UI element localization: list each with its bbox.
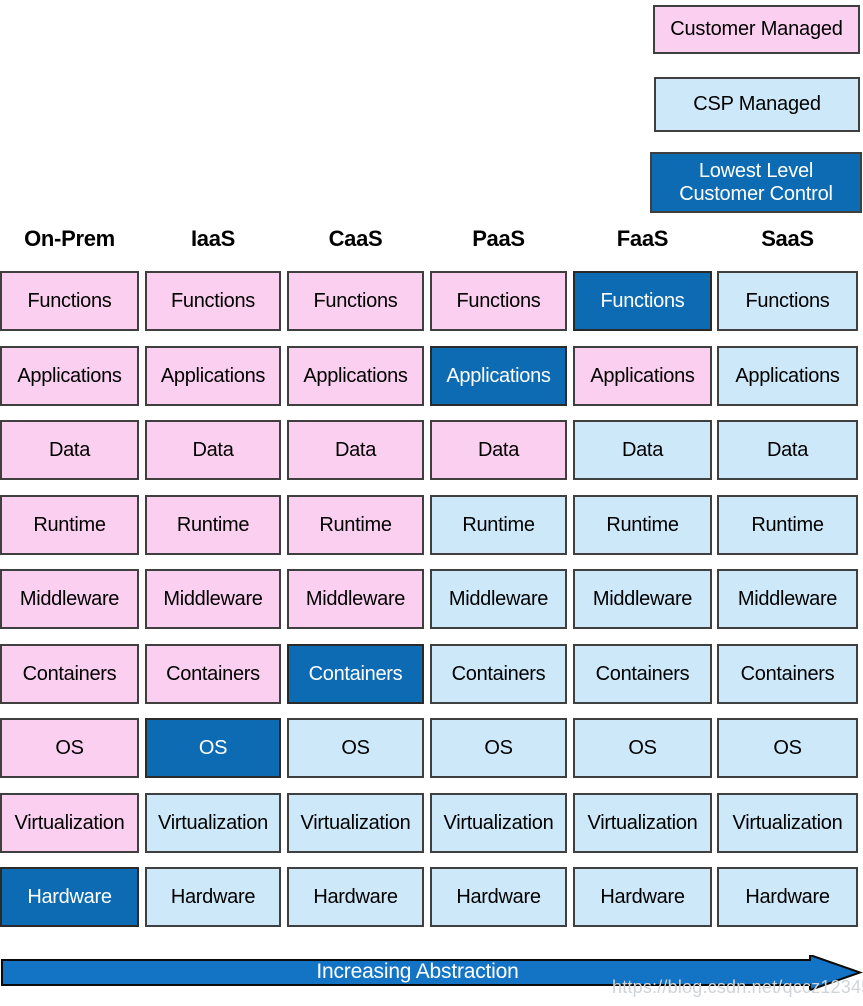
cell-paas-middleware[interactable]: Middleware — [430, 569, 567, 629]
cell-caas-os[interactable]: OS — [287, 718, 424, 778]
cell-on-prem-containers[interactable]: Containers — [0, 644, 139, 704]
cell-paas-hardware[interactable]: Hardware — [430, 867, 567, 927]
column-header-saas: SaaS — [761, 226, 814, 251]
cell-saas-virtualization[interactable]: Virtualization — [717, 793, 858, 853]
cell-saas-runtime[interactable]: Runtime — [717, 495, 858, 555]
cell-paas-functions[interactable]: Functions — [430, 271, 567, 331]
cell-caas-functions[interactable]: Functions — [287, 271, 424, 331]
legend-csp-managed: CSP Managed — [654, 77, 860, 132]
cell-saas-middleware[interactable]: Middleware — [717, 569, 858, 629]
grid-row-functions: Functions Functions Functions Functions Func… — [0, 271, 863, 331]
column-headers: On-Prem IaaS CaaS PaaS FaaS SaaS — [0, 224, 863, 258]
cell-iaas-data[interactable]: Data — [145, 420, 281, 480]
cell-iaas-functions[interactable]: Functions — [145, 271, 281, 331]
cell-saas-data[interactable]: Data — [717, 420, 858, 480]
cell-saas-os[interactable]: OS — [717, 718, 858, 778]
legend-lowest-customer-control: Lowest Level Customer Control — [650, 152, 862, 213]
column-header-iaas: IaaS — [190, 226, 236, 251]
column-header-paas: PaaS — [472, 226, 525, 251]
cell-iaas-runtime[interactable]: Runtime — [145, 495, 281, 555]
cell-paas-os[interactable]: OS — [430, 718, 567, 778]
cell-caas-middleware[interactable]: Middleware — [287, 569, 424, 629]
cell-faas-data[interactable]: Data — [573, 420, 712, 480]
cell-on-prem-os[interactable]: OS — [0, 718, 139, 778]
grid-row-virtualization: Virtualization Virtualization Virtualizati… — [0, 793, 863, 853]
cell-iaas-containers[interactable]: Containers — [145, 644, 281, 704]
cell-iaas-applications[interactable]: Applications — [145, 346, 281, 406]
cell-caas-virtualization[interactable]: Virtualization — [287, 793, 424, 853]
legend: Customer Managed CSP Managed Lowest Leve… — [650, 0, 863, 215]
cell-caas-hardware[interactable]: Hardware — [287, 867, 424, 927]
cell-faas-virtualization[interactable]: Virtualization — [573, 793, 712, 853]
cell-paas-containers[interactable]: Containers — [430, 644, 567, 704]
cell-caas-applications[interactable]: Applications — [287, 346, 424, 406]
cell-iaas-middleware[interactable]: Middleware — [145, 569, 281, 629]
cell-faas-os[interactable]: OS — [573, 718, 712, 778]
cell-on-prem-applications[interactable]: Applications — [0, 346, 139, 406]
column-header-faas: FaaS — [616, 226, 669, 251]
legend-lowest-control-line2: Customer Control — [679, 182, 833, 205]
legend-customer-managed: Customer Managed — [653, 5, 860, 54]
cell-on-prem-virtualization[interactable]: Virtualization — [0, 793, 139, 853]
legend-lowest-control-line1: Lowest Level — [698, 160, 814, 183]
grid-row-os: OS OS OS OS OS OS — [0, 718, 863, 778]
column-header-on-prem: On-Prem — [24, 226, 115, 251]
cell-iaas-hardware[interactable]: Hardware — [145, 867, 281, 927]
cell-on-prem-middleware[interactable]: Middleware — [0, 569, 139, 629]
legend-csp-managed-label: CSP Managed — [693, 93, 821, 116]
cell-on-prem-data[interactable]: Data — [0, 420, 139, 480]
cell-saas-applications[interactable]: Applications — [717, 346, 858, 406]
cell-caas-containers[interactable]: Containers — [287, 644, 424, 704]
cell-paas-data[interactable]: Data — [430, 420, 567, 480]
cell-faas-functions[interactable]: Functions — [573, 271, 712, 331]
grid-row-applications: Applications Applications Applications Appl… — [0, 346, 863, 406]
cell-faas-applications[interactable]: Applications — [573, 346, 712, 406]
cell-faas-middleware[interactable]: Middleware — [573, 569, 712, 629]
cell-faas-runtime[interactable]: Runtime — [573, 495, 712, 555]
cell-on-prem-functions[interactable]: Functions — [0, 271, 139, 331]
service-model-grid: Functions Functions Functions Functions Func… — [0, 271, 863, 927]
grid-row-runtime: Runtime Runtime Runtime Runtime Runtime Runti… — [0, 495, 863, 555]
cell-paas-runtime[interactable]: Runtime — [430, 495, 567, 555]
cell-iaas-virtualization[interactable]: Virtualization — [145, 793, 281, 853]
grid-row-middleware: Middleware Middleware Middleware Middleware… — [0, 569, 863, 629]
cell-faas-hardware[interactable]: Hardware — [573, 867, 712, 927]
cell-saas-hardware[interactable]: Hardware — [717, 867, 858, 927]
grid-row-hardware: Hardware Hardware Hardware Hardware Hardware… — [0, 867, 863, 927]
cell-caas-data[interactable]: Data — [287, 420, 424, 480]
cell-saas-containers[interactable]: Containers — [717, 644, 858, 704]
cell-caas-runtime[interactable]: Runtime — [287, 495, 424, 555]
cell-iaas-os[interactable]: OS — [145, 718, 281, 778]
cell-faas-containers[interactable]: Containers — [573, 644, 712, 704]
cell-saas-functions[interactable]: Functions — [717, 271, 858, 331]
grid-row-containers: Containers Containers Containers Containers… — [0, 644, 863, 704]
cell-on-prem-runtime[interactable]: Runtime — [0, 495, 139, 555]
grid-row-data: Data Data Data Data Data Data — [0, 420, 863, 480]
cell-on-prem-hardware[interactable]: Hardware — [0, 867, 139, 927]
watermark: https://blog.csdn.net/qccz123456 — [612, 977, 863, 997]
cell-paas-virtualization[interactable]: Virtualization — [430, 793, 567, 853]
cell-paas-applications[interactable]: Applications — [430, 346, 567, 406]
legend-customer-managed-label: Customer Managed — [670, 18, 843, 41]
column-header-caas: CaaS — [328, 226, 383, 251]
